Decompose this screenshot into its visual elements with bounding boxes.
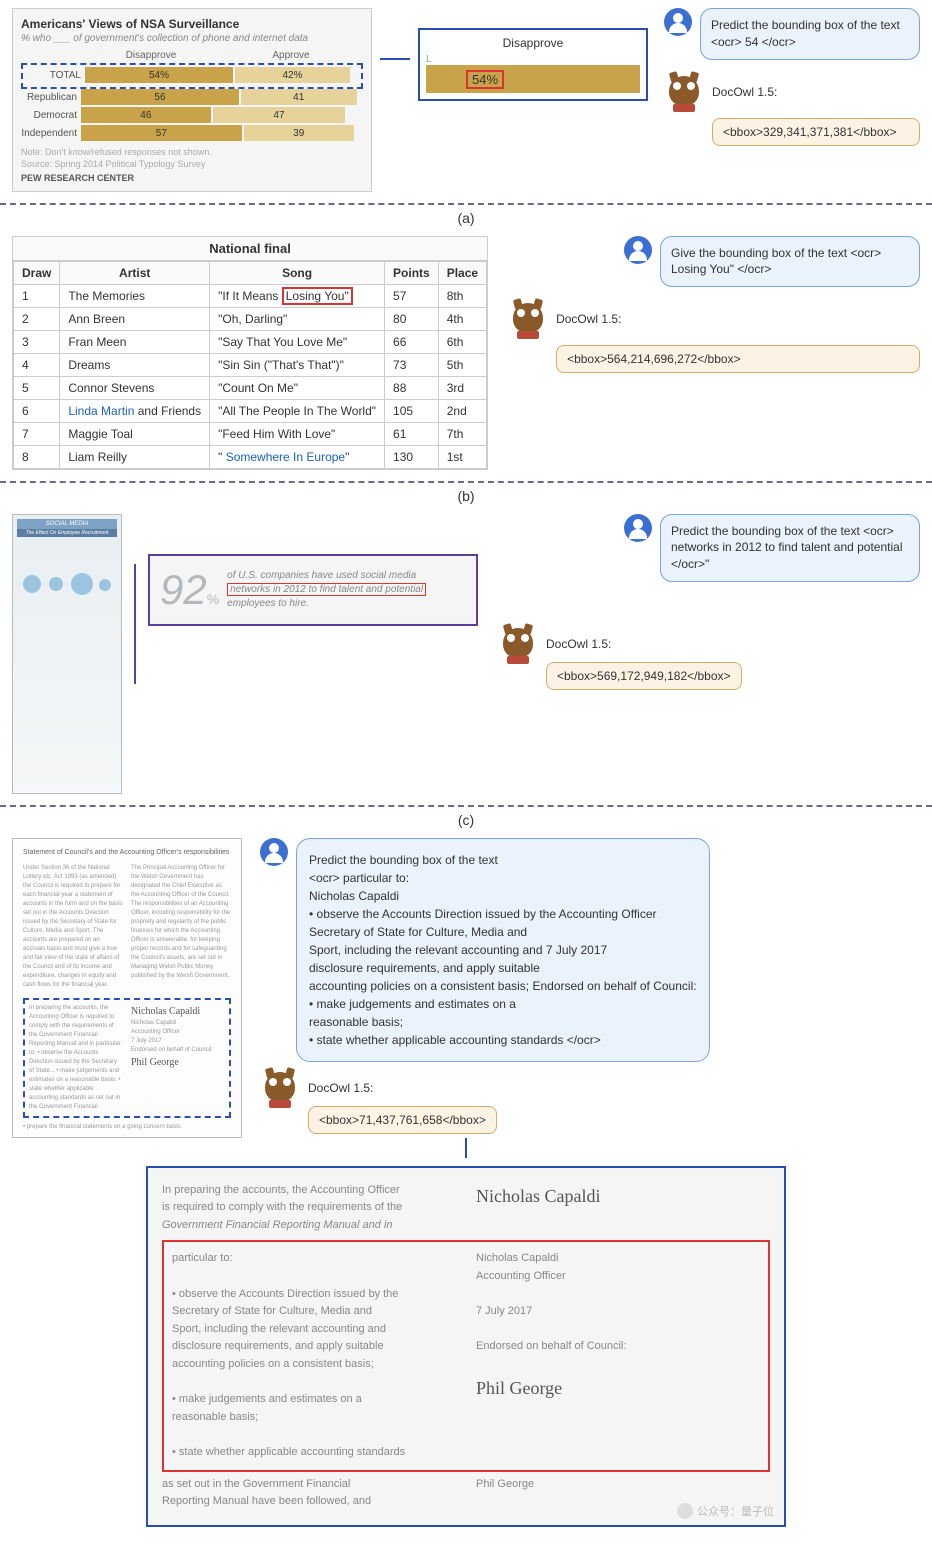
zoom-inset-d: In preparing the accounts, the Accountin…: [146, 1166, 786, 1527]
zoom-inset-a: Disapprove L 54%: [418, 28, 648, 101]
chart-source: Source: Spring 2014 Political Typology S…: [21, 159, 363, 169]
owl-icon: [260, 1068, 300, 1108]
chart-title: Americans' Views of NSA Surveillance: [21, 17, 363, 31]
user-prompt-bubble: Predict the bounding box of the text <oc…: [296, 838, 710, 1062]
chart-footer: PEW RESEARCH CENTER: [21, 173, 363, 183]
model-output-bubble: <bbox>329,341,371,381</bbox>: [712, 118, 920, 146]
highlighted-value: 54%: [466, 70, 504, 89]
model-name-label: DocOwl 1.5:: [712, 85, 777, 99]
user-icon: [260, 838, 288, 866]
model-name-label: DocOwl 1.5:: [546, 637, 611, 651]
user-icon: [624, 236, 652, 264]
panel-a: Americans' Views of NSA Surveillance % w…: [0, 0, 932, 200]
model-output-bubble: <bbox>71,437,761,658</bbox>: [308, 1106, 497, 1134]
highlighted-text: networks in 2012 to find talent and pote…: [227, 583, 426, 596]
table-row: 2Ann Breen"Oh, Darling"804th: [14, 307, 487, 330]
user-icon: [664, 8, 692, 36]
watermark: 公众号：量子位: [677, 1503, 774, 1519]
owl-icon: [508, 299, 548, 339]
nsa-chart: Americans' Views of NSA Surveillance % w…: [12, 8, 372, 192]
table-row: 6Linda Martin and Friends"All The People…: [14, 399, 487, 422]
red-bbox-region: particular to: • observe the Accounts Di…: [162, 1240, 770, 1471]
col-approve: Approve: [221, 50, 361, 61]
signature: Phil George: [476, 1378, 562, 1398]
section-label-c: (c): [0, 810, 932, 830]
zoom-inset-c: 92% of U.S. companies have used social m…: [148, 554, 478, 626]
connector-line: [465, 1138, 467, 1158]
panel-b: National final Draw Artist Song Points P…: [0, 228, 932, 478]
user-icon: [624, 514, 652, 542]
table-row: 7Maggie Toal"Feed Him With Love"617th: [14, 422, 487, 445]
connector-line: [134, 564, 136, 684]
document-thumbnail: Statement of Council's and the Accountin…: [12, 838, 242, 1138]
wechat-icon: [677, 1503, 693, 1519]
user-prompt-bubble: Give the bounding box of the text <ocr> …: [660, 236, 920, 288]
table-row: 5Connor Stevens"Count On Me"883rd: [14, 376, 487, 399]
table-row: 8Liam Reilly" Somewhere In Europe"1301st: [14, 445, 487, 468]
model-output-bubble: <bbox>564,214,696,272</bbox>: [556, 345, 920, 373]
model-name-label: DocOwl 1.5:: [308, 1081, 373, 1095]
national-final-table: National final Draw Artist Song Points P…: [12, 236, 488, 470]
table-row: 1The Memories "If It Means Losing You" 5…: [14, 284, 487, 307]
chart-subtitle: % who ___ of government's collection of …: [21, 33, 363, 44]
col-disapprove: Disapprove: [81, 50, 221, 61]
user-prompt-bubble: Predict the bounding box of the text <oc…: [660, 514, 920, 582]
model-name-label: DocOwl 1.5:: [556, 312, 621, 326]
owl-icon: [498, 624, 538, 664]
signature: Nicholas Capaldi: [476, 1186, 600, 1206]
section-label-b: (b): [0, 486, 932, 506]
chart-note: Note: Don't know/refused responses not s…: [21, 147, 363, 159]
owl-icon: [664, 72, 704, 112]
user-prompt-bubble: Predict the bounding box of the text <oc…: [700, 8, 920, 60]
highlighted-text: Losing You": [282, 287, 353, 305]
infographic-thumbnail: SOCIAL MEDIA The Effect On Employee Recr…: [12, 514, 122, 794]
panel-c: SOCIAL MEDIA The Effect On Employee Recr…: [0, 506, 932, 802]
panel-d: Statement of Council's and the Accountin…: [0, 830, 932, 1547]
total-row-highlight: TOTAL 54% 42%: [21, 63, 363, 89]
connector-line: [380, 58, 410, 60]
table-row: 3Fran Meen"Say That You Love Me"666th: [14, 330, 487, 353]
model-output-bubble: <bbox>569,172,949,182</bbox>: [546, 662, 742, 690]
section-label-a: (a): [0, 208, 932, 228]
dashed-region-highlight: In preparing the accounts, the Accountin…: [23, 998, 231, 1118]
table-row: 4Dreams"Sin Sin ("That's That")"735th: [14, 353, 487, 376]
